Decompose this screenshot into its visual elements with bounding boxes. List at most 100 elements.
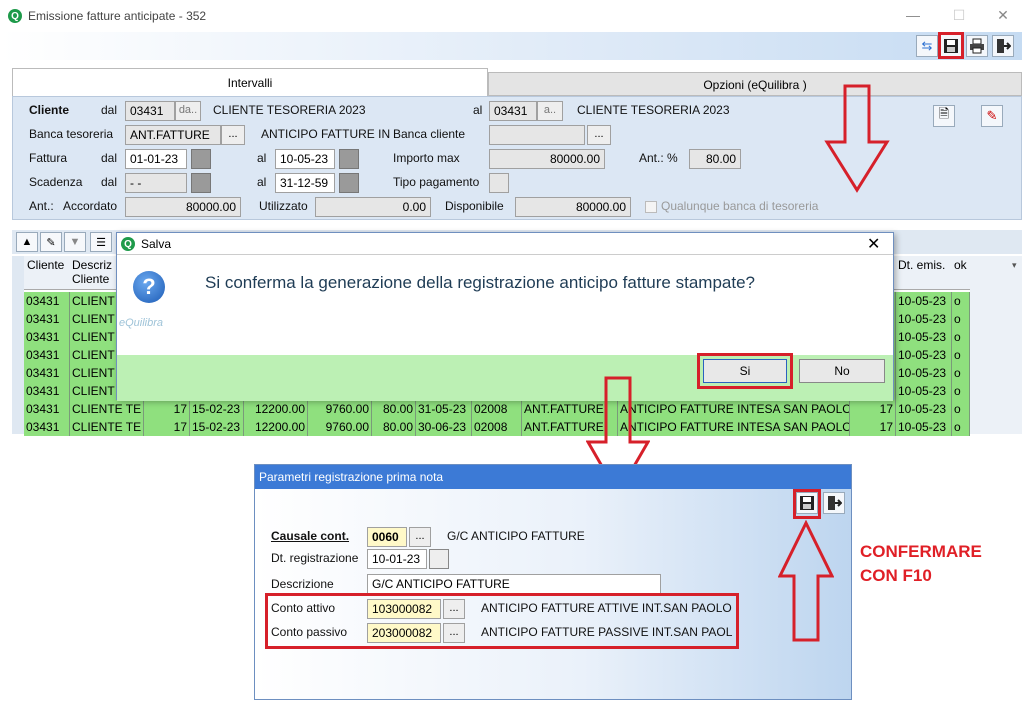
minimize-button[interactable]: — [898,4,928,26]
cell-importo: 12200.00 [244,418,308,436]
question-icon: ? [133,271,165,303]
printer-icon [970,38,984,54]
conto-attivo-label: Conto attivo [271,601,336,615]
cell-perc: 80.00 [372,418,416,436]
conto-attivo-field[interactable]: 103000082 [367,599,441,619]
scadenza-from-calendar-icon[interactable] [191,173,211,193]
banca-cliente-label: Banca cliente [393,127,466,141]
cell-cliente: 03431 [24,418,70,436]
cell-perc: 80.00 [372,400,416,418]
print-button[interactable] [966,35,988,57]
col-descrizione-header[interactable]: Descriz Cliente [72,258,112,286]
causale-lookup-button[interactable]: ... [409,527,431,547]
scadenza-al-label: al [257,175,267,189]
importo-max-field[interactable]: 80000.00 [489,149,605,169]
calendar-icon[interactable] [429,549,449,569]
dt-registrazione-label: Dt. registrazione [271,551,359,565]
table-row[interactable]: 03431 CLIENTE TE 17 15-02-23 12200.00 9760.00… [24,400,970,418]
collapse-button[interactable]: ▲ [16,232,38,252]
close-button[interactable]: ✕ [988,4,1018,26]
tipo-pagamento-label: Tipo pagamento [393,175,480,189]
cliente-to-code[interactable]: 03431 [489,101,537,121]
conto-attivo-lookup-button[interactable]: ... [443,599,465,619]
table-row[interactable]: 03431 CLIENTE TE 17 15-02-23 12200.00 9760.00… [24,418,970,436]
scadenza-from-field[interactable]: - - [125,173,187,193]
funnel-icon: ▼ [69,236,81,248]
dialog-titlebar: Q Salva ✕ [117,233,893,255]
fattura-dal-label: dal [101,151,118,165]
cell-cliente: 03431 [24,310,70,328]
cell-n: 17 [144,400,190,418]
fattura-al-label: al [257,151,267,165]
utilizzato-field: 0.00 [315,197,431,217]
dt-registrazione-field[interactable]: 10-01-23 [367,549,427,569]
dialog-title: Salva [141,237,172,251]
col-ok-header[interactable]: ok [954,258,967,272]
causale-field[interactable]: 0060 [367,527,407,547]
scadenza-to-field[interactable]: 31-12-59 [275,173,335,193]
dialog-close-button[interactable]: ✕ [867,234,880,254]
conto-passivo-field[interactable]: 203000082 [367,623,441,643]
document-icon: 🗎 [938,106,950,121]
banca-tesoreria-field[interactable]: ANT.FATTURE [125,125,221,145]
cliente-from-code[interactable]: 03431 [125,101,175,121]
fattura-from-field[interactable]: 01-01-23 [125,149,187,169]
scadenza-label: Scadenza [29,175,83,189]
qualunque-checkbox[interactable] [645,201,657,213]
fattura-to-calendar-icon[interactable] [339,149,359,169]
ant-perc-field[interactable]: 80.00 [689,149,741,169]
app-logo-icon: Q [8,9,22,23]
refresh-icon[interactable]: ⇆ [916,35,938,57]
cell-ok: o [952,382,970,400]
banca-cliente-field[interactable] [489,125,585,145]
cell-ok: o [952,310,970,328]
document-button[interactable]: 🗎 [933,105,955,127]
causale-label: Causale cont. [271,529,350,543]
panel-exit-button[interactable] [823,492,845,514]
filter-button[interactable]: ▼ [64,232,86,252]
fattura-from-calendar-icon[interactable] [191,149,211,169]
confirm-dialog: Q Salva ✕ ? Si conferma la generazione d… [116,232,894,401]
descrizione-field[interactable]: G/C ANTICIPO FATTURE [367,574,661,594]
parametri-panel: Parametri registrazione prima nota Causa… [254,464,852,700]
list-button[interactable]: ☰ [90,232,112,252]
cliente-from-button[interactable]: da.. [175,101,201,121]
list-icon: ☰ [96,236,106,249]
exit-button[interactable] [992,35,1014,57]
edit-grid-button[interactable]: ✎ [40,232,62,252]
yes-button[interactable]: Si [703,359,787,383]
banca-cliente-lookup-button[interactable]: ... [587,125,611,145]
cell-anticipo: 9760.00 [308,418,372,436]
tab-intervalli[interactable]: Intervalli [12,68,488,96]
banca-tesoreria-label: Banca tesoreria [29,127,114,141]
panel-save-button[interactable] [796,492,818,514]
maximize-button[interactable]: ☐ [944,4,974,26]
confirm-note-line1: CONFERMARE [860,542,982,561]
confirm-note-line2: CON F10 [860,566,932,585]
cell-cliente: 03431 [24,328,70,346]
ant-perc-label: Ant.: % [639,151,678,165]
save-toolbar-button[interactable] [938,32,964,59]
col-cliente-header[interactable]: Cliente [27,258,64,272]
cell-dt-emis: 10-05-23 [896,400,952,418]
banca-tesoreria-lookup-button[interactable]: ... [221,125,245,145]
tipo-pagamento-field[interactable] [489,173,509,193]
conto-passivo-lookup-button[interactable]: ... [443,623,465,643]
conto-attivo-desc: ANTICIPO FATTURE ATTIVE INT.SAN PAOLO [481,601,732,615]
cell-n2: 17 [850,418,896,436]
main-toolbar: ⇆ [0,32,1022,60]
banca-tesoreria-desc: ANTICIPO FATTURE IN [261,127,391,141]
down-arrow-annotation-top [824,84,890,193]
grid-scroll-icon[interactable]: ▾ [1012,260,1017,271]
cliente-to-button[interactable]: a.. [537,101,563,121]
panel-floppy-icon [800,496,814,510]
no-button[interactable]: No [799,359,885,383]
tab-opzioni[interactable]: Opzioni (eQuilibra ) [488,72,1022,96]
cell-ok: o [952,400,970,418]
cell-data: 15-02-23 [190,400,244,418]
col-dt-emis-header[interactable]: Dt. emis. [898,258,945,272]
scadenza-to-calendar-icon[interactable] [339,173,359,193]
fattura-to-field[interactable]: 10-05-23 [275,149,335,169]
edit-button[interactable]: ✎ [981,105,1003,127]
cell-cliente: 03431 [24,364,70,382]
